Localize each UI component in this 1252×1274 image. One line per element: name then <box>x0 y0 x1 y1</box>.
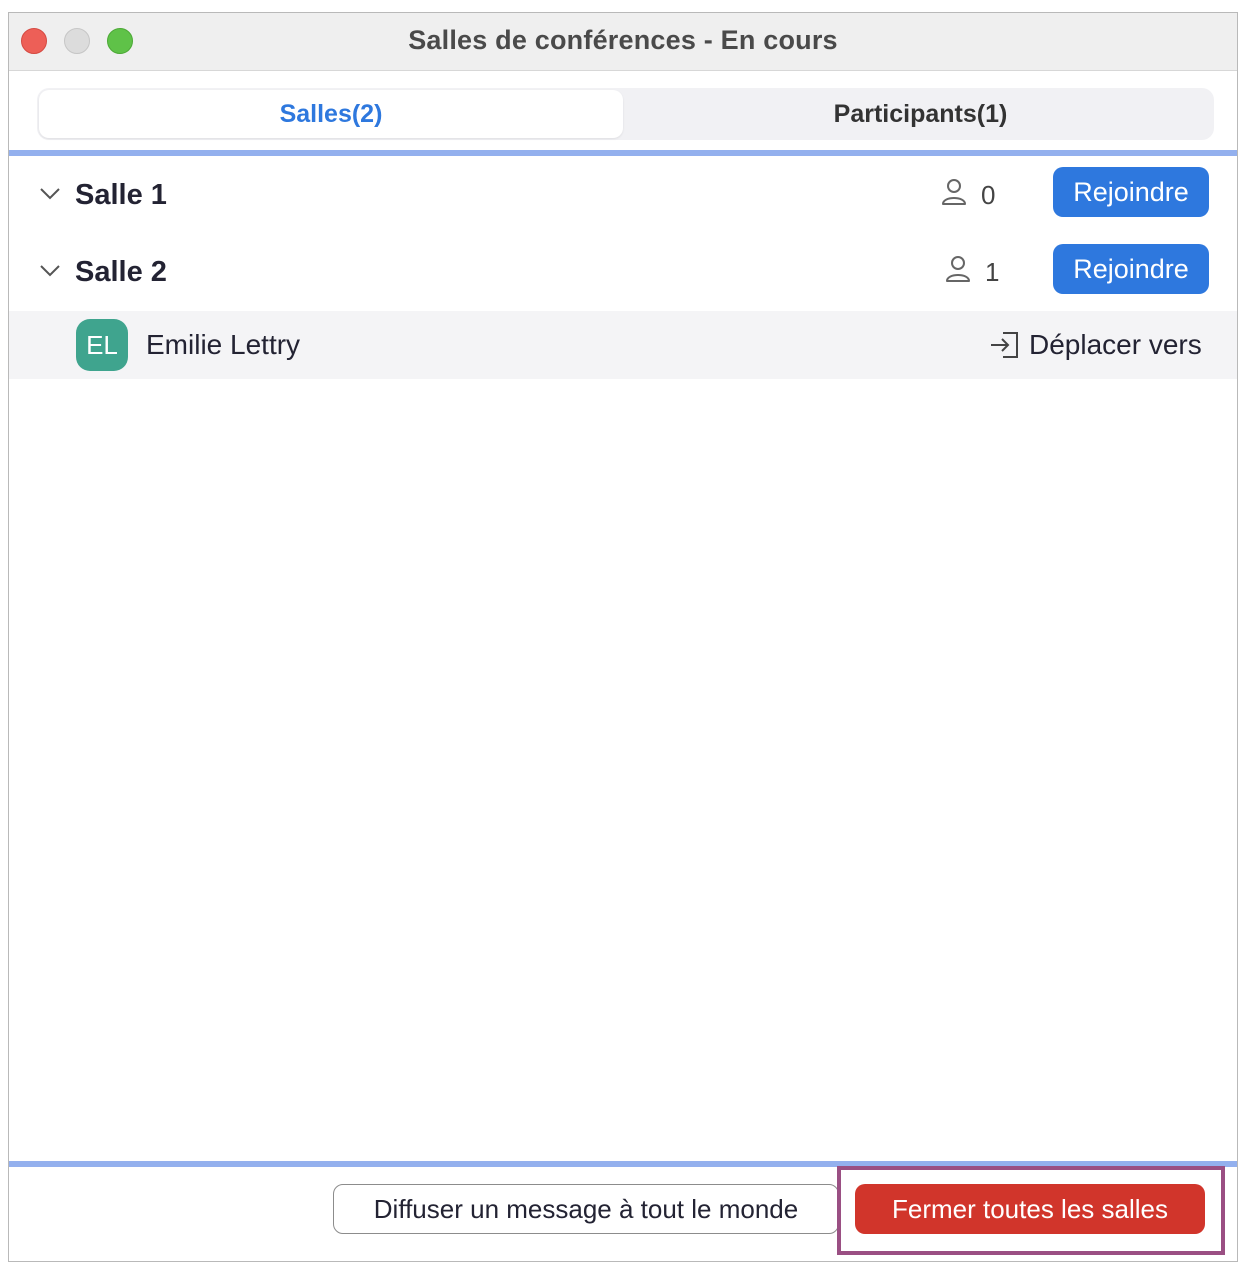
move-to-icon <box>991 332 1018 358</box>
join-room-button[interactable]: Rejoindre <box>1053 167 1209 217</box>
top-divider <box>9 150 1237 156</box>
broadcast-message-button[interactable]: Diffuser un message à tout le monde <box>333 1184 839 1234</box>
window-title: Salles de conférences - En cours <box>408 25 838 55</box>
participant-name: Emilie Lettry <box>146 329 301 360</box>
move-to-label: Déplacer vers <box>1029 329 1202 360</box>
tab-rooms[interactable]: Salles(2) <box>39 90 623 138</box>
participant-row: EL Emilie Lettry Déplacer vers <box>9 311 1237 379</box>
room-name: Salle 1 <box>75 179 167 211</box>
chevron-down-icon[interactable] <box>39 187 61 201</box>
room-participant-count: 0 <box>981 180 996 210</box>
room-row-salle-2[interactable]: Salle 2 1 Rejoindre <box>9 242 1237 306</box>
person-icon <box>942 179 966 205</box>
close-all-rooms-button[interactable]: Fermer toutes les salles <box>855 1184 1205 1234</box>
person-icon <box>946 256 970 282</box>
footer: Diffuser un message à tout le monde Ferm… <box>9 1167 1237 1261</box>
tab-participants[interactable]: Participants(1) <box>627 88 1214 140</box>
room-participant-count: 1 <box>985 257 1000 287</box>
tab-bar: Salles(2) Participants(1) <box>37 88 1214 140</box>
join-room-button[interactable]: Rejoindre <box>1053 244 1209 294</box>
chevron-down-icon[interactable] <box>39 264 61 278</box>
title-bar: Salles de conférences - En cours <box>9 13 1237 71</box>
room-name: Salle 2 <box>75 256 167 288</box>
room-row-salle-1[interactable]: Salle 1 0 Rejoindre <box>9 165 1237 229</box>
avatar: EL <box>76 319 128 371</box>
breakout-rooms-window: Salles de conférences - En cours Salles(… <box>8 12 1238 1262</box>
